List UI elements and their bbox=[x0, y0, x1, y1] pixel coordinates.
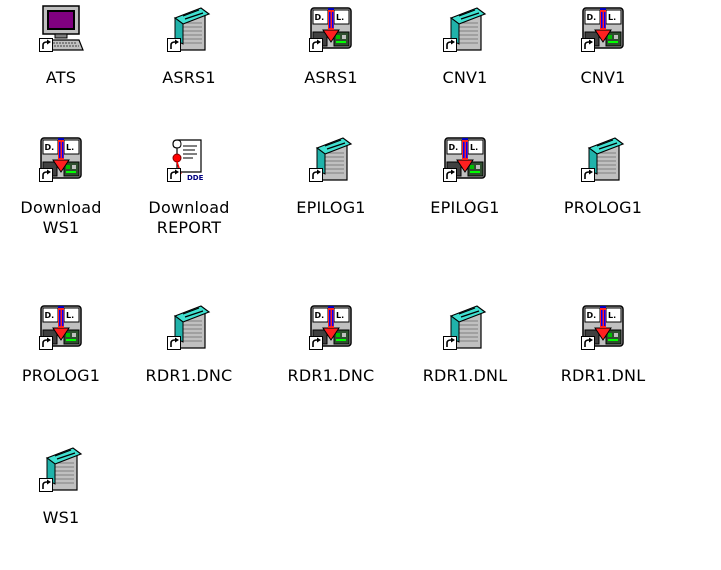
download-l-glyph: L. bbox=[66, 311, 74, 320]
shortcut-arrow-icon bbox=[309, 38, 323, 52]
shortcut-arrow-icon bbox=[581, 168, 595, 182]
desktop-shortcut-cnv1-notepad[interactable]: CNV1 bbox=[410, 0, 520, 130]
notepad-icon bbox=[165, 4, 213, 52]
icon-label: ASRS1 bbox=[304, 68, 358, 87]
download-l-glyph: L. bbox=[336, 311, 344, 320]
desktop-shortcut-rdr1-dnc-notepad[interactable]: RDR1.DNC bbox=[134, 298, 244, 428]
notepad-icon bbox=[579, 134, 627, 182]
icon-label: CNV1 bbox=[580, 68, 626, 87]
shortcut-arrow-icon bbox=[443, 168, 457, 182]
icon-label: ASRS1 bbox=[162, 68, 216, 87]
desktop-shortcut-download-ws1-download[interactable]: D. L. Download WS1 bbox=[6, 130, 116, 260]
desktop-shortcut-rdr1-dnl-download[interactable]: D. L. RDR1.DNL bbox=[548, 298, 658, 428]
shortcut-arrow-icon bbox=[581, 38, 595, 52]
shortcut-arrow-icon bbox=[443, 38, 457, 52]
download-icon: D. L. bbox=[37, 302, 85, 350]
desktop-shortcut-epilog1-notepad[interactable]: EPILOG1 bbox=[276, 130, 386, 260]
desktop-shortcut-epilog1-download[interactable]: D. L. EPILOG1 bbox=[410, 130, 520, 260]
notepad-icon bbox=[441, 4, 489, 52]
icon-label: RDR1.DNL bbox=[422, 366, 508, 385]
desktop-shortcut-asrs1-notepad[interactable]: ASRS1 bbox=[134, 0, 244, 130]
shortcut-arrow-icon bbox=[309, 168, 323, 182]
download-icon: D. L. bbox=[37, 134, 85, 182]
download-l-glyph: L. bbox=[608, 13, 616, 22]
icon-label: Download REPORT bbox=[148, 198, 230, 237]
download-d-glyph: D. bbox=[315, 13, 325, 22]
notepad-icon bbox=[37, 444, 85, 492]
desktop-shortcut-prolog1-notepad[interactable]: PROLOG1 bbox=[548, 130, 658, 260]
icon-label: WS1 bbox=[42, 508, 80, 527]
desktop-shortcut-ats-computer[interactable]: ATS bbox=[6, 0, 116, 130]
icon-label: ATS bbox=[45, 68, 77, 87]
download-icon: D. L. bbox=[307, 302, 355, 350]
icon-label: Download WS1 bbox=[20, 198, 102, 237]
download-l-glyph: L. bbox=[336, 13, 344, 22]
icon-label: RDR1.DNC bbox=[287, 366, 375, 385]
shortcut-arrow-icon bbox=[39, 478, 53, 492]
dde-tag: DDE bbox=[187, 174, 204, 182]
download-l-glyph: L. bbox=[608, 311, 616, 320]
download-icon: D. L. bbox=[441, 134, 489, 182]
download-d-glyph: D. bbox=[45, 143, 55, 152]
notepad-icon bbox=[441, 302, 489, 350]
notepad-icon bbox=[307, 134, 355, 182]
shortcut-arrow-icon bbox=[39, 168, 53, 182]
shortcut-arrow-icon bbox=[309, 336, 323, 350]
download-icon: D. L. bbox=[307, 4, 355, 52]
icon-label: PROLOG1 bbox=[21, 366, 101, 385]
icon-label: PROLOG1 bbox=[563, 198, 643, 217]
report-icon: DDE bbox=[165, 134, 213, 182]
download-l-glyph: L. bbox=[470, 143, 478, 152]
shortcut-arrow-icon bbox=[167, 336, 181, 350]
desktop-shortcut-rdr1-dnl-notepad[interactable]: RDR1.DNL bbox=[410, 298, 520, 428]
download-l-glyph: L. bbox=[66, 143, 74, 152]
desktop-shortcut-prolog1-download[interactable]: D. L. PROLOG1 bbox=[6, 298, 116, 428]
download-d-glyph: D. bbox=[587, 311, 597, 320]
desktop-shortcut-download-report-report[interactable]: DDE Download REPORT bbox=[134, 130, 244, 260]
notepad-icon bbox=[165, 302, 213, 350]
download-d-glyph: D. bbox=[315, 311, 325, 320]
desktop: ATS ASRS1 D. L. ASRS1 CNV1 D. L. CNV1 D.… bbox=[0, 0, 721, 558]
shortcut-arrow-icon bbox=[167, 168, 181, 182]
download-d-glyph: D. bbox=[587, 13, 597, 22]
shortcut-arrow-icon bbox=[443, 336, 457, 350]
shortcut-arrow-icon bbox=[39, 336, 53, 350]
icon-label: EPILOG1 bbox=[430, 198, 500, 217]
desktop-shortcut-ws1-notepad[interactable]: WS1 bbox=[6, 440, 116, 570]
desktop-shortcut-asrs1-download[interactable]: D. L. ASRS1 bbox=[276, 0, 386, 130]
computer-icon bbox=[37, 4, 85, 52]
icon-label: EPILOG1 bbox=[296, 198, 366, 217]
download-icon: D. L. bbox=[579, 4, 627, 52]
desktop-shortcut-rdr1-dnc-download[interactable]: D. L. RDR1.DNC bbox=[276, 298, 386, 428]
download-d-glyph: D. bbox=[449, 143, 459, 152]
icon-label: RDR1.DNC bbox=[145, 366, 233, 385]
shortcut-arrow-icon bbox=[167, 38, 181, 52]
download-d-glyph: D. bbox=[45, 311, 55, 320]
download-icon: D. L. bbox=[579, 302, 627, 350]
icon-label: RDR1.DNL bbox=[560, 366, 646, 385]
desktop-shortcut-cnv1-download[interactable]: D. L. CNV1 bbox=[548, 0, 658, 130]
icon-label: CNV1 bbox=[442, 68, 488, 87]
shortcut-arrow-icon bbox=[39, 38, 53, 52]
shortcut-arrow-icon bbox=[581, 336, 595, 350]
